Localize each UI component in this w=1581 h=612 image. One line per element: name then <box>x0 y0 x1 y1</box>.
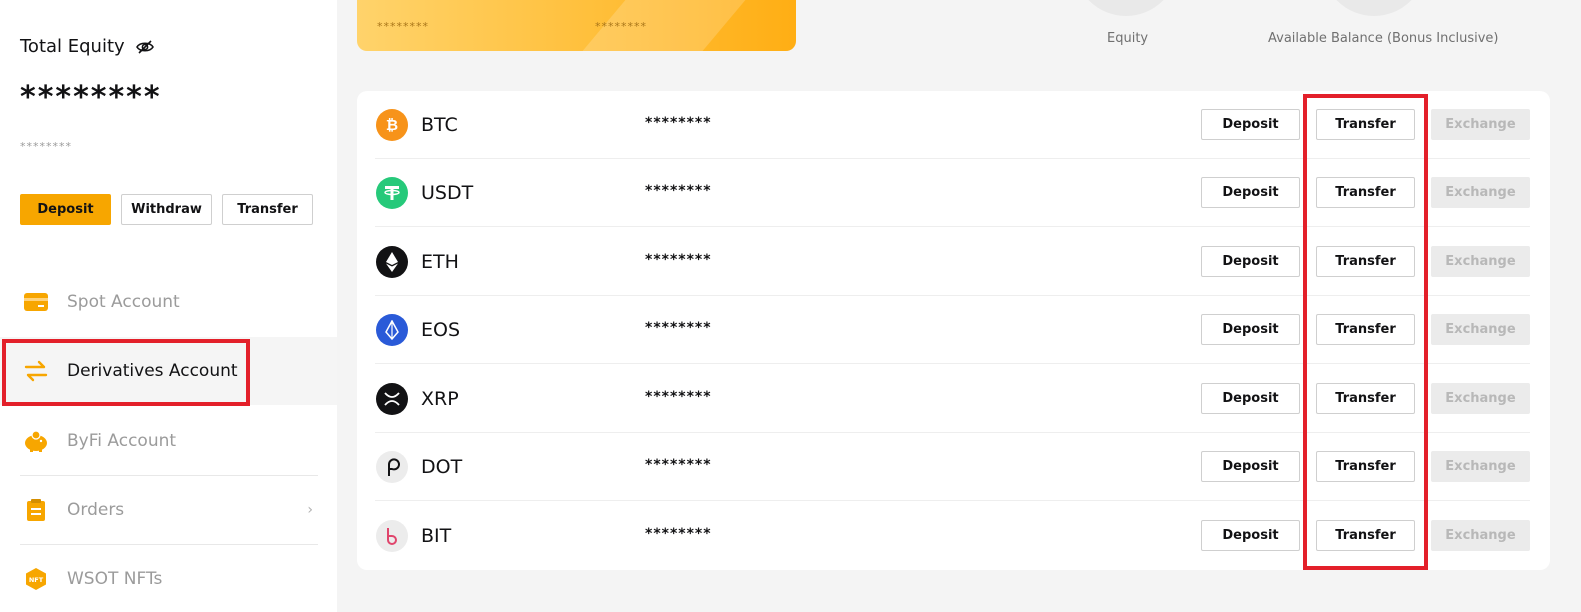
available-balance-label: Available Balance (Bonus Inclusive) <box>1268 31 1499 46</box>
coin-balance: ******** <box>645 389 712 405</box>
svg-text:NFT: NFT <box>29 576 44 584</box>
deposit-button[interactable]: Deposit <box>1201 520 1300 551</box>
eth-icon <box>376 246 408 278</box>
clipboard-icon <box>22 496 50 524</box>
highlight-box-derivatives <box>2 339 250 406</box>
equity-label: Equity <box>1107 31 1149 46</box>
sidebar-item-byfi-account[interactable]: ByFi Account <box>0 407 337 475</box>
svg-text:₿: ₿ <box>386 116 398 134</box>
dot-icon <box>376 451 408 483</box>
piggy-bank-icon <box>22 427 50 455</box>
banner-masked-value-left: ******** <box>377 20 429 33</box>
exchange-button[interactable]: Exchange <box>1431 451 1530 482</box>
exchange-button[interactable]: Exchange <box>1431 314 1530 345</box>
bit-icon <box>376 520 408 552</box>
total-equity-sub-value: ******** <box>20 140 72 153</box>
total-equity-title: Total Equity <box>20 36 125 57</box>
coin-name: XRP <box>421 388 459 410</box>
account-action-buttons: Deposit Withdraw Transfer <box>20 194 313 225</box>
deposit-button[interactable]: Deposit <box>1201 383 1300 414</box>
transfer-button[interactable]: Transfer <box>222 194 313 225</box>
sidebar-item-label: ByFi Account <box>67 431 177 451</box>
coin-balance: ******** <box>645 320 712 336</box>
coin-name: DOT <box>421 456 463 478</box>
usdt-icon <box>376 177 408 209</box>
highlight-box-transfer-column <box>1303 94 1428 570</box>
coin-name: BTC <box>421 114 458 136</box>
exchange-button[interactable]: Exchange <box>1431 177 1530 208</box>
coin-name: EOS <box>421 319 461 341</box>
nft-badge-icon: NFT <box>22 565 50 593</box>
exchange-button[interactable]: Exchange <box>1431 109 1530 140</box>
sidebar-item-spot-account[interactable]: Spot Account <box>0 268 337 336</box>
deposit-button[interactable]: Deposit <box>20 194 111 225</box>
sidebar: Total Equity ******** ******** Deposit W… <box>0 0 337 612</box>
sidebar-item-label: WSOT NFTs <box>67 569 163 589</box>
sidebar-item-label: Spot Account <box>67 292 180 312</box>
btc-icon: ₿ <box>376 109 408 141</box>
deposit-button[interactable]: Deposit <box>1201 314 1300 345</box>
coin-name: USDT <box>421 182 474 204</box>
deposit-button[interactable]: Deposit <box>1201 177 1300 208</box>
chevron-right-icon: › <box>307 502 313 518</box>
coin-balance: ******** <box>645 183 712 199</box>
sidebar-item-label: Orders <box>67 500 125 520</box>
available-balance-ring-chart <box>1322 0 1426 16</box>
withdraw-button[interactable]: Withdraw <box>121 194 212 225</box>
sidebar-item-orders[interactable]: Orders › <box>0 476 337 544</box>
hide-balance-icon[interactable] <box>135 37 155 57</box>
coin-balance: ******** <box>645 457 712 473</box>
account-card-banner: ******** ******** <box>357 0 796 51</box>
exchange-button[interactable]: Exchange <box>1431 520 1530 551</box>
deposit-button[interactable]: Deposit <box>1201 246 1300 277</box>
sidebar-item-wsot-nfts[interactable]: NFT WSOT NFTs <box>0 545 337 612</box>
eos-icon <box>376 314 408 346</box>
coin-name: ETH <box>421 251 459 273</box>
banner-masked-value-right: ******** <box>595 20 647 33</box>
coin-balance: ******** <box>645 526 712 542</box>
equity-ring-chart <box>1074 0 1178 16</box>
exchange-button[interactable]: Exchange <box>1431 383 1530 414</box>
coin-balance: ******** <box>645 252 712 268</box>
banner-stripe <box>558 0 796 51</box>
deposit-button[interactable]: Deposit <box>1201 109 1300 140</box>
total-equity-header: Total Equity <box>20 36 155 57</box>
coin-name: BIT <box>421 525 452 547</box>
coin-balance: ******** <box>645 115 712 131</box>
deposit-button[interactable]: Deposit <box>1201 451 1300 482</box>
total-equity-value: ******** <box>20 80 162 115</box>
exchange-button[interactable]: Exchange <box>1431 246 1530 277</box>
card-icon <box>22 288 50 316</box>
xrp-icon <box>376 383 408 415</box>
